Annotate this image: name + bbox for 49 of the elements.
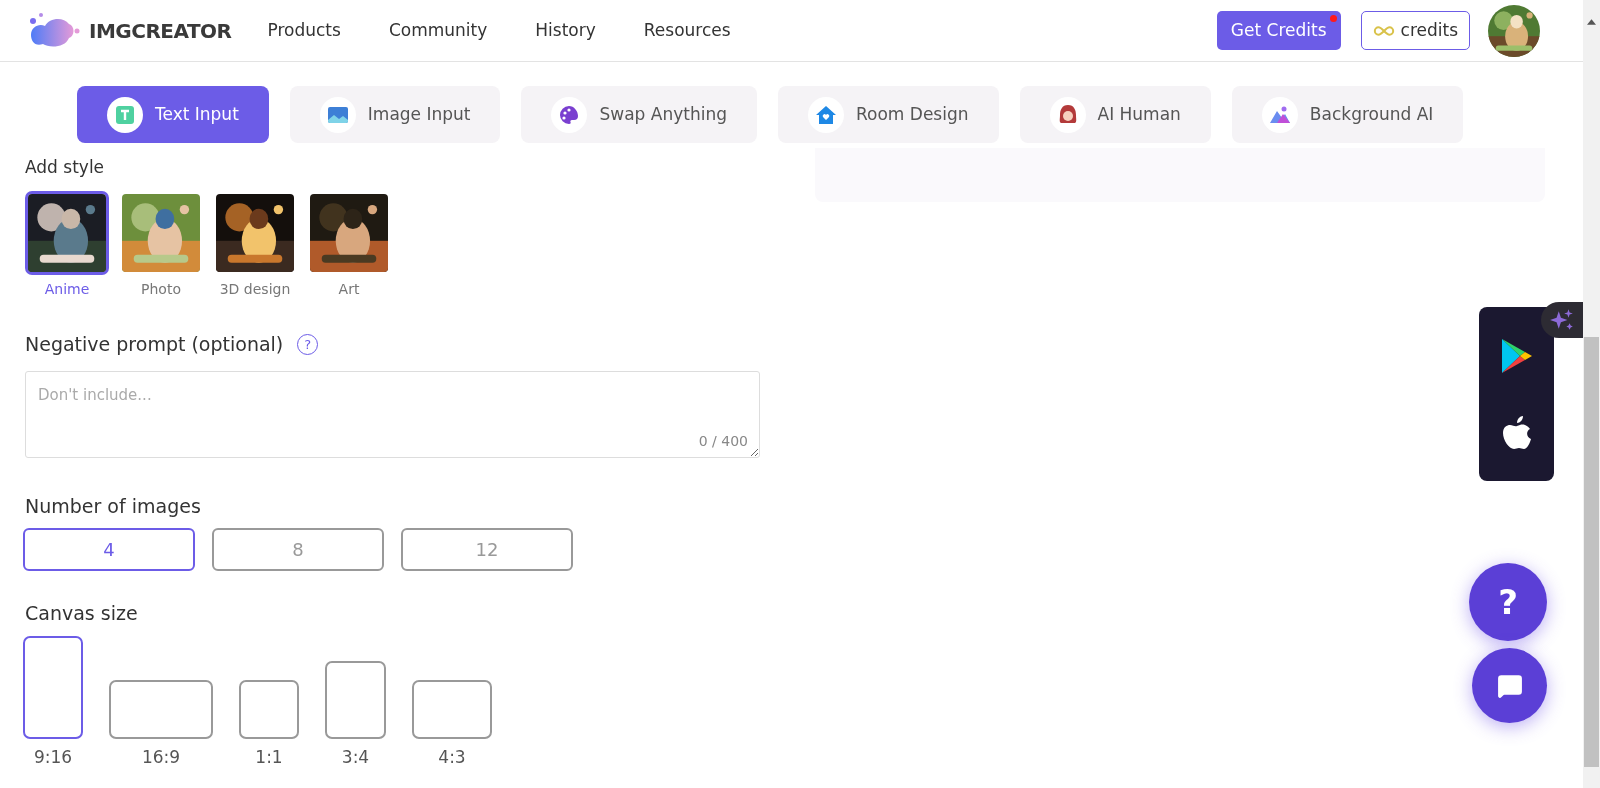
mode-tab[interactable]: Room Design	[778, 86, 999, 143]
section-label: Negative prompt (optional)	[25, 332, 284, 357]
canvas-option[interactable]: 3:4	[325, 660, 386, 770]
ratio-label: 9:16	[33, 745, 73, 769]
play-store-icon[interactable]	[1499, 336, 1534, 375]
apple-icon[interactable]	[1500, 413, 1533, 452]
logo-wordmark: IMGCREATOR	[89, 17, 232, 45]
style-option[interactable]: Anime	[25, 191, 109, 300]
canvas-option[interactable]: 4:3	[412, 679, 492, 770]
avatar[interactable]	[1488, 4, 1540, 57]
ratio-label: 1:1	[255, 745, 283, 769]
scroll-up-icon[interactable]	[1587, 19, 1596, 25]
section-label: Number of images	[25, 493, 202, 519]
infinity-icon	[1372, 24, 1395, 37]
chat-icon	[1496, 672, 1523, 699]
nav-link[interactable]: History	[535, 17, 596, 44]
help-button[interactable]: ?	[1469, 563, 1547, 641]
character-counter: 0 / 400	[698, 431, 748, 451]
canvas-option[interactable]: 1:1	[239, 679, 299, 770]
mode-tab[interactable]: Image Input	[289, 86, 501, 143]
mode-tab[interactable]: Swap Anything	[521, 86, 757, 143]
chat-button[interactable]	[1472, 648, 1547, 723]
ratio-label: 3:4	[341, 745, 370, 769]
mode-tab[interactable]: AI Human	[1019, 86, 1211, 143]
credits-label: credits	[1400, 18, 1458, 42]
nav-link[interactable]: Products	[267, 17, 341, 44]
style-label: Photo	[141, 280, 181, 299]
style-option[interactable]: 3D design	[213, 191, 297, 300]
section-label: Canvas size	[25, 601, 139, 626]
mode-tab[interactable]: Background AI	[1231, 86, 1464, 143]
count-option[interactable]: 4	[23, 528, 195, 571]
section-label: Add style	[25, 157, 106, 177]
style-label: Art	[338, 280, 360, 299]
ratio-label: 16:9	[141, 745, 181, 769]
canvas-option[interactable]: 16:9	[109, 679, 213, 770]
nav-link[interactable]: Resources	[643, 17, 731, 44]
scrollbar-thumb[interactable]	[1584, 337, 1599, 767]
canvas-option[interactable]: 9:16	[23, 635, 83, 770]
style-option[interactable]: Photo	[119, 191, 203, 300]
style-option[interactable]: Art	[307, 191, 391, 300]
credits-button[interactable]: credits	[1360, 11, 1470, 50]
ratio-label: 4:3	[438, 745, 466, 769]
style-label: 3D design	[219, 280, 291, 299]
sparkle-button[interactable]	[1541, 302, 1583, 338]
get-credits-button[interactable]: Get Credits	[1216, 11, 1341, 50]
style-label: Anime	[44, 280, 90, 299]
sparkle-icon	[1549, 307, 1575, 333]
mode-tab[interactable]: Text Input	[77, 86, 269, 143]
nav-link[interactable]: Community	[388, 17, 488, 44]
